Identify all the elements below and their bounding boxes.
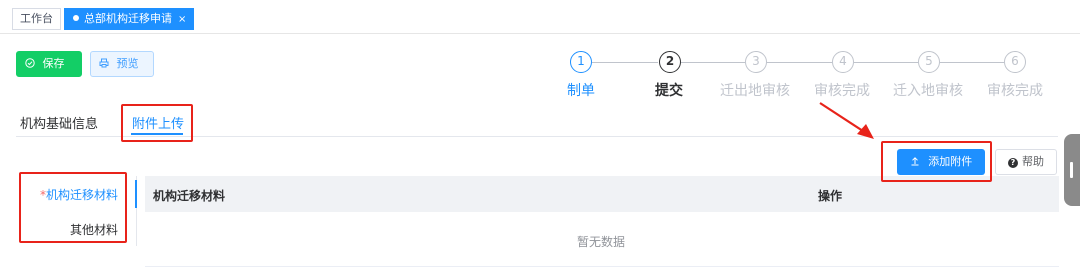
annotation-arrow <box>819 102 874 139</box>
side-drawer-handle[interactable] <box>1064 134 1080 206</box>
grip-icon <box>1070 162 1073 178</box>
